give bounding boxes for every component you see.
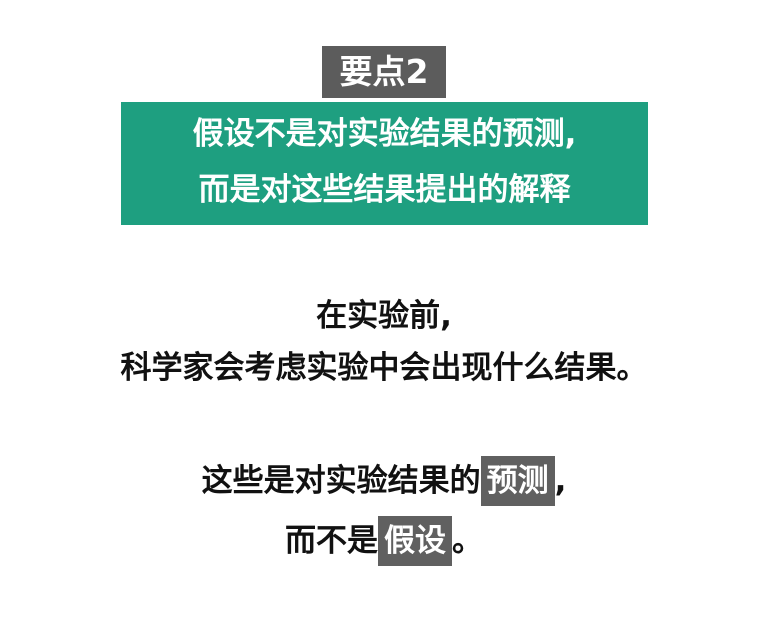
paragraph-1: 在实验前, 科学家会考虑实验中会出现什么结果。 [0, 290, 768, 394]
paragraph-2-line-1-suffix: , [554, 463, 567, 499]
paragraph-1-line-2: 科学家会考虑实验中会出现什么结果。 [120, 350, 648, 386]
paragraph-2-line-2: 而不是 假设。 [0, 511, 768, 571]
key-point-line-1: 假设不是对实验结果的预测, [192, 116, 577, 152]
paragraph-2: 这些是对实验结果的 预测, 而不是 假设。 [0, 451, 768, 571]
paragraph-2-line-2-suffix: 。 [452, 523, 483, 559]
key-point-badge: 要点2 [322, 46, 446, 98]
key-point-line-2: 而是对这些结果提出的解释 [198, 172, 571, 208]
paragraph-2-line-1-prefix: 这些是对实验结果的 [201, 463, 481, 499]
key-point-box: 假设不是对实验结果的预测, 而是对这些结果提出的解释 [121, 102, 648, 225]
highlight-prediction: 预测 [480, 456, 555, 506]
paragraph-2-line-1: 这些是对实验结果的 预测, [0, 451, 768, 511]
paragraph-1-line-1: 在实验前, [316, 298, 452, 334]
highlight-hypothesis: 假设 [378, 516, 452, 566]
paragraph-2-line-2-prefix: 而不是 [285, 523, 378, 559]
